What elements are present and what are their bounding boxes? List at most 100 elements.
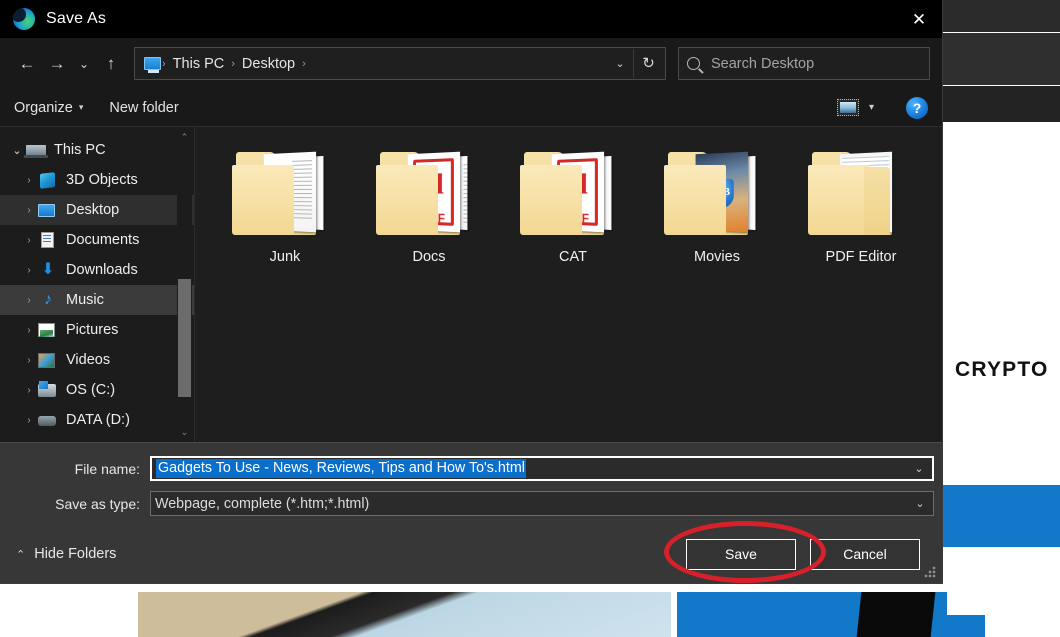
folder-tree: ⌄ This PC › 3D Objects › Desktop › Docum… <box>0 127 194 435</box>
help-button[interactable]: ? <box>906 96 928 119</box>
sidebar-scrollbar[interactable]: ⌃ ⌄ <box>177 127 192 442</box>
sidebar-item-label: OS (C:) <box>66 382 116 398</box>
file-list-view[interactable]: Junk ƣ PDF Docs <box>195 127 942 442</box>
folder-with-web-preview-icon <box>232 151 338 243</box>
forward-button[interactable]: → <box>42 49 72 79</box>
recent-locations-chevron-down-icon[interactable]: ⌄ <box>72 49 96 79</box>
hide-folders-button[interactable]: ⌃ Hide Folders <box>0 546 116 562</box>
search-icon <box>687 57 700 70</box>
save-as-dialog: Save As ✕ ← → ⌄ ↑ › This PC › Desktop › … <box>0 0 943 584</box>
chevron-right-icon[interactable]: › <box>20 265 38 276</box>
bg-white-card <box>985 553 1060 615</box>
chevron-right-icon[interactable]: › <box>20 175 38 186</box>
save-as-type-row: Save as type: Webpage, complete (*.htm;*… <box>0 490 942 517</box>
list-item[interactable]: PDF Editor <box>789 145 933 295</box>
organize-button[interactable]: Organize ▾ <box>14 100 83 116</box>
chevron-right-icon[interactable]: › <box>20 235 38 246</box>
large-icons-view-icon[interactable] <box>836 99 859 116</box>
bg-browser-addressbar <box>943 86 1060 122</box>
sidebar-item-label: 3D Objects <box>66 172 138 188</box>
chevron-right-icon[interactable]: › <box>20 325 38 336</box>
sidebar-item-label: This PC <box>54 142 106 158</box>
back-button[interactable]: ← <box>12 49 42 79</box>
file-name-label: Movies <box>694 249 740 265</box>
bg-content-white <box>943 122 1060 330</box>
sidebar-item-desktop[interactable]: › Desktop <box>0 195 194 225</box>
sidebar-item-music[interactable]: › ♪ Music <box>0 285 194 315</box>
os-drive-icon <box>38 381 58 399</box>
dialog-actions: ⌃ Hide Folders Save Cancel <box>0 525 942 583</box>
pictures-icon <box>38 321 58 339</box>
address-bar[interactable]: › This PC › Desktop › ⌄ ↻ <box>134 47 666 80</box>
sidebar-item-label: Downloads <box>66 262 138 278</box>
refresh-icon[interactable]: ↻ <box>633 49 663 78</box>
bg-thumbnail-windows <box>677 592 947 637</box>
edge-logo-icon <box>13 8 35 30</box>
this-pc-icon <box>144 57 161 73</box>
this-pc-icon <box>26 141 46 159</box>
music-icon: ♪ <box>44 291 52 308</box>
search-placeholder: Search Desktop <box>711 55 815 72</box>
close-icon[interactable]: ✕ <box>896 0 942 38</box>
scrollbar-thumb[interactable] <box>178 279 191 397</box>
file-name-label: Junk <box>269 249 301 265</box>
file-name-input[interactable]: Gadgets To Use - News, Reviews, Tips and… <box>150 456 934 481</box>
breadcrumb-desktop[interactable]: Desktop <box>236 56 301 72</box>
folder-with-pdf-preview-icon: ƣ PDF <box>376 151 482 243</box>
desktop-icon <box>38 201 58 219</box>
view-options-chevron-down-icon[interactable]: ▾ <box>863 102 884 113</box>
navigation-bar: ← → ⌄ ↑ › This PC › Desktop › ⌄ ↻ Search… <box>0 38 942 89</box>
save-as-type-chevron-down-icon[interactable]: ⌄ <box>907 497 933 510</box>
sidebar-item-os-c[interactable]: › OS (C:) <box>0 375 194 405</box>
documents-icon <box>38 231 58 249</box>
chevron-right-icon[interactable]: › <box>20 355 38 366</box>
breadcrumb-this-pc[interactable]: This PC <box>167 56 231 72</box>
chevron-right-icon[interactable]: › <box>20 295 38 306</box>
chevron-down-icon: ▾ <box>78 102 84 112</box>
list-item[interactable]: ƣ PDF CAT <box>501 145 645 295</box>
list-item[interactable]: WB Movies <box>645 145 789 295</box>
sidebar-item-data-d[interactable]: › DATA (D:) <box>0 405 194 435</box>
sidebar-item-label: Pictures <box>66 322 119 338</box>
address-dropdown-chevron-down-icon[interactable]: ⌄ <box>607 57 633 70</box>
sidebar-item-downloads[interactable]: › ⬇ Downloads <box>0 255 194 285</box>
bg-content-white-2 <box>943 392 1060 485</box>
dialog-titlebar[interactable]: Save As ✕ <box>0 0 942 38</box>
hide-folders-label: Hide Folders <box>34 546 117 562</box>
command-bar: Organize ▾ New folder ▾ ? <box>0 89 942 127</box>
organize-label: Organize <box>14 99 73 116</box>
list-item[interactable]: Junk <box>213 145 357 295</box>
chevron-right-icon[interactable]: › <box>20 415 38 426</box>
file-name-chevron-down-icon[interactable]: ⌄ <box>906 462 932 475</box>
breadcrumb-separator[interactable]: › <box>301 58 307 70</box>
bg-browser-toolbar <box>943 0 1060 32</box>
up-button[interactable]: ↑ <box>96 49 126 79</box>
sidebar-item-pictures[interactable]: › Pictures <box>0 315 194 345</box>
file-name-field-label: File name: <box>74 460 140 477</box>
chevron-right-icon[interactable]: › <box>20 385 38 396</box>
chevron-right-icon[interactable]: › <box>20 205 38 216</box>
scroll-down-icon[interactable]: ⌄ <box>177 424 192 440</box>
resize-grip-icon[interactable] <box>924 566 936 578</box>
save-as-type-select[interactable]: Webpage, complete (*.htm;*.html) ⌄ <box>150 491 934 516</box>
save-as-type-field-label: Save as type: <box>55 495 140 512</box>
sidebar-item-videos[interactable]: › Videos <box>0 345 194 375</box>
file-name-label: CAT <box>559 249 587 265</box>
sidebar-item-documents[interactable]: › Documents <box>0 225 194 255</box>
save-button[interactable]: Save <box>686 538 796 570</box>
save-as-type-value: Webpage, complete (*.htm;*.html) <box>155 495 370 512</box>
file-name-label: PDF Editor <box>825 249 897 265</box>
list-item[interactable]: ƣ PDF Docs <box>357 145 501 295</box>
file-name-value: Gadgets To Use - News, Reviews, Tips and… <box>156 459 526 478</box>
file-name-label: Docs <box>412 249 446 265</box>
cancel-button[interactable]: Cancel <box>810 538 920 570</box>
dialog-body: ⌄ This PC › 3D Objects › Desktop › Docum… <box>0 127 942 442</box>
sidebar-item-3d-objects[interactable]: › 3D Objects <box>0 165 194 195</box>
bg-thumbnail-tablet <box>138 592 671 637</box>
search-input[interactable]: Search Desktop <box>678 47 930 80</box>
scroll-up-icon[interactable]: ⌃ <box>177 129 192 145</box>
data-drive-icon <box>38 411 58 429</box>
new-folder-button[interactable]: New folder <box>109 100 178 116</box>
sidebar-item-this-pc[interactable]: ⌄ This PC <box>0 135 194 165</box>
downloads-icon: ⬇ <box>41 261 55 278</box>
